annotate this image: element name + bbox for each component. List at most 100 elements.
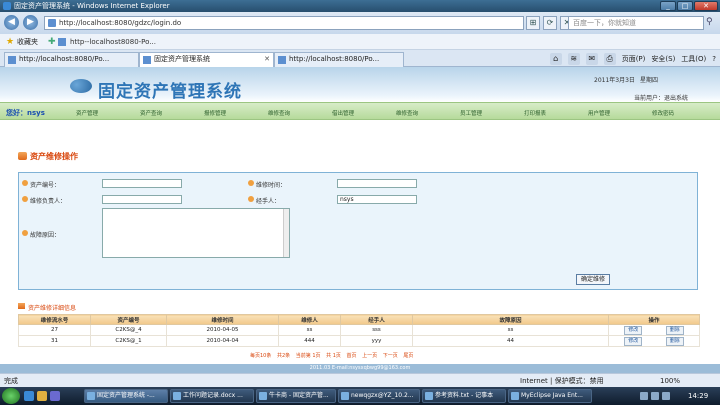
cell-operator: sss xyxy=(340,324,413,336)
minimize-button[interactable]: _ xyxy=(660,1,676,11)
asset-no-input[interactable] xyxy=(102,179,182,188)
list-title: 资产维修详细信息 xyxy=(18,303,76,312)
nav-item-asset-manage[interactable]: 资产管理 xyxy=(76,109,98,117)
compat-icon[interactable]: ⊞ xyxy=(526,16,540,30)
col-header: 经手人 xyxy=(340,314,413,325)
col-header: 维修人 xyxy=(278,314,341,325)
print-icon[interactable]: ⎙ xyxy=(603,53,616,65)
zoom-level[interactable]: 100% xyxy=(660,374,680,388)
site-footer: 2011.03 E-mail:nsysxqbwg99@163.com xyxy=(0,364,720,373)
security-zone[interactable]: Internet | 保护模式：禁用 xyxy=(520,374,604,388)
ie-icon xyxy=(3,2,11,10)
home-icon[interactable]: ⌂ xyxy=(549,53,562,65)
pager-last-link[interactable]: 尾页 xyxy=(403,353,413,359)
pager: 每页10条 共2条 当前第 1页 共 1页 首页 上一页 下一页 尾页 xyxy=(250,352,417,359)
network-icon[interactable] xyxy=(640,392,648,400)
favorite-link[interactable]: http--localhost8080-Po... xyxy=(58,34,156,50)
nav-item-repair-query-2[interactable]: 维修查询 xyxy=(396,109,418,117)
explorer-quicklaunch-icon[interactable] xyxy=(37,391,47,401)
col-header: 维修流水号 xyxy=(18,314,91,325)
tab-label: http://localhost:8080/Po... xyxy=(289,55,380,63)
tab-3[interactable]: http://localhost:8080/Po... xyxy=(274,52,404,67)
taskbar-item-notepad[interactable]: 参考资料.txt - 记事本 xyxy=(422,389,506,403)
taskbar-item-db[interactable]: newqgzx@YZ_10.2... xyxy=(338,389,420,403)
cell-operator: yyy xyxy=(340,335,413,347)
weekday-text: 星期四 xyxy=(640,77,659,84)
feeds-icon[interactable]: ≋ xyxy=(567,53,580,65)
url-field[interactable]: http://localhost:8080/gdzc/login.do xyxy=(44,16,524,30)
back-button[interactable]: ◀ xyxy=(4,15,19,30)
tab-label: http://localhost:8080/Po... xyxy=(19,55,110,63)
tools-menu[interactable]: 工具(O) xyxy=(681,53,706,65)
delete-button[interactable]: 删除 xyxy=(665,336,684,346)
pager-next-link[interactable]: 下一页 xyxy=(383,353,398,359)
operator-label: 经手人： xyxy=(248,196,280,205)
nav-item-lend-manage[interactable]: 借出管理 xyxy=(332,109,354,117)
pager-first-link[interactable]: 首页 xyxy=(347,353,357,359)
nav-item-report-manage[interactable]: 报修管理 xyxy=(204,109,226,117)
fault-textarea[interactable] xyxy=(102,208,290,258)
table-row: 27 C2KS@_4 2010-04-05 ss sss ss 修改 删除 xyxy=(18,324,700,336)
ie-quicklaunch-icon[interactable] xyxy=(24,391,34,401)
user-info[interactable]: 当前用户：退出系统 xyxy=(634,93,688,102)
safety-menu[interactable]: 安全(S) xyxy=(651,53,675,65)
cell-actions: 修改 删除 xyxy=(608,335,700,347)
repair-time-input[interactable] xyxy=(337,179,417,188)
address-bar: ◀ ▶ http://localhost:8080/gdzc/login.do … xyxy=(0,12,720,34)
delete-button[interactable]: 删除 xyxy=(665,325,684,335)
main-nav: 您好：nsys 资产管理 资产查询 报修管理 维修查询 借出管理 维修查询 员工… xyxy=(0,102,720,120)
maximize-button[interactable]: □ xyxy=(677,1,693,11)
repair-person-input[interactable] xyxy=(102,195,182,204)
page-icon xyxy=(48,19,56,27)
favorites-star-icon[interactable]: ★ xyxy=(6,34,14,50)
edit-button[interactable]: 修改 xyxy=(624,325,643,335)
favorites-bar: ★ 收藏夹 ✚ http--localhost8080-Po... xyxy=(0,34,720,50)
close-button[interactable]: ✕ xyxy=(694,1,718,11)
page-menu[interactable]: 页面(P) xyxy=(622,53,646,65)
tab-1[interactable]: http://localhost:8080/Po... xyxy=(4,52,139,67)
nav-item-change-password[interactable]: 修改密码 xyxy=(652,109,674,117)
nav-item-user-manage[interactable]: 用户管理 xyxy=(588,109,610,117)
col-header: 维修时间 xyxy=(166,314,279,325)
cell-time: 2010-04-04 xyxy=(166,335,279,347)
repair-person-label: 维修负责人： xyxy=(22,196,66,205)
cell-person: 444 xyxy=(278,335,341,347)
tab-close-icon[interactable]: ✕ xyxy=(264,53,270,66)
desktop-quicklaunch-icon[interactable] xyxy=(50,391,60,401)
pager-prev-link[interactable]: 上一页 xyxy=(362,353,377,359)
mail-icon[interactable]: ✉ xyxy=(585,53,598,65)
search-icon[interactable]: ⚲ xyxy=(706,17,713,27)
taskbar-item-browser2[interactable]: 牛卡商 - 固定资产管... xyxy=(256,389,336,403)
page-title: 资产维修操作 xyxy=(18,151,78,162)
favorites-button[interactable]: 收藏夹 xyxy=(17,34,38,50)
system-title: 固定资产管理系统 xyxy=(98,82,242,102)
table-header-row: 维修流水号 资产编号 维修时间 维修人 经手人 故障原因 操作 xyxy=(18,314,700,325)
taskbar-item-ie[interactable]: 固定资产管理系统 -... xyxy=(84,389,168,403)
ime-icon[interactable] xyxy=(662,392,670,400)
taskbar-item-word[interactable]: 工作问题记录.docx ... xyxy=(170,389,254,403)
system-tray xyxy=(640,392,670,400)
taskbar: 固定资产管理系统 -... 工作问题记录.docx ... 牛卡商 - 固定资产… xyxy=(0,387,720,405)
taskbar-item-myeclipse[interactable]: MyEclipse Java Ent... xyxy=(508,389,592,403)
cell-actions: 修改 删除 xyxy=(608,324,700,336)
search-input[interactable]: 百度一下，你就知道 xyxy=(568,16,704,30)
refresh-icon[interactable]: ⟳ xyxy=(543,16,557,30)
command-bar: ⌂ ≋ ✉ ⎙ 页面(P) 安全(S) 工具(O) ? xyxy=(549,53,716,65)
nav-item-repair-query[interactable]: 维修查询 xyxy=(268,109,290,117)
submit-repair-button[interactable]: 确定维修 xyxy=(576,274,610,285)
add-favorite-icon[interactable]: ✚ xyxy=(48,34,56,50)
cell-reason: 44 xyxy=(412,335,609,347)
operator-input[interactable]: nsys xyxy=(337,195,417,204)
textarea-scrollbar[interactable] xyxy=(283,209,289,257)
volume-icon[interactable] xyxy=(651,392,659,400)
nav-item-staff-manage[interactable]: 员工管理 xyxy=(460,109,482,117)
tab-2[interactable]: 固定资产管理系统 ✕ xyxy=(139,52,274,67)
cell-time: 2010-04-05 xyxy=(166,324,279,336)
clock[interactable]: 14:29 xyxy=(688,387,708,405)
help-menu[interactable]: ? xyxy=(712,53,716,65)
edit-button[interactable]: 修改 xyxy=(624,336,643,346)
start-button[interactable] xyxy=(2,388,20,404)
nav-item-print-report[interactable]: 打印报表 xyxy=(524,109,546,117)
forward-button[interactable]: ▶ xyxy=(23,15,38,30)
nav-item-asset-query[interactable]: 资产查询 xyxy=(140,109,162,117)
